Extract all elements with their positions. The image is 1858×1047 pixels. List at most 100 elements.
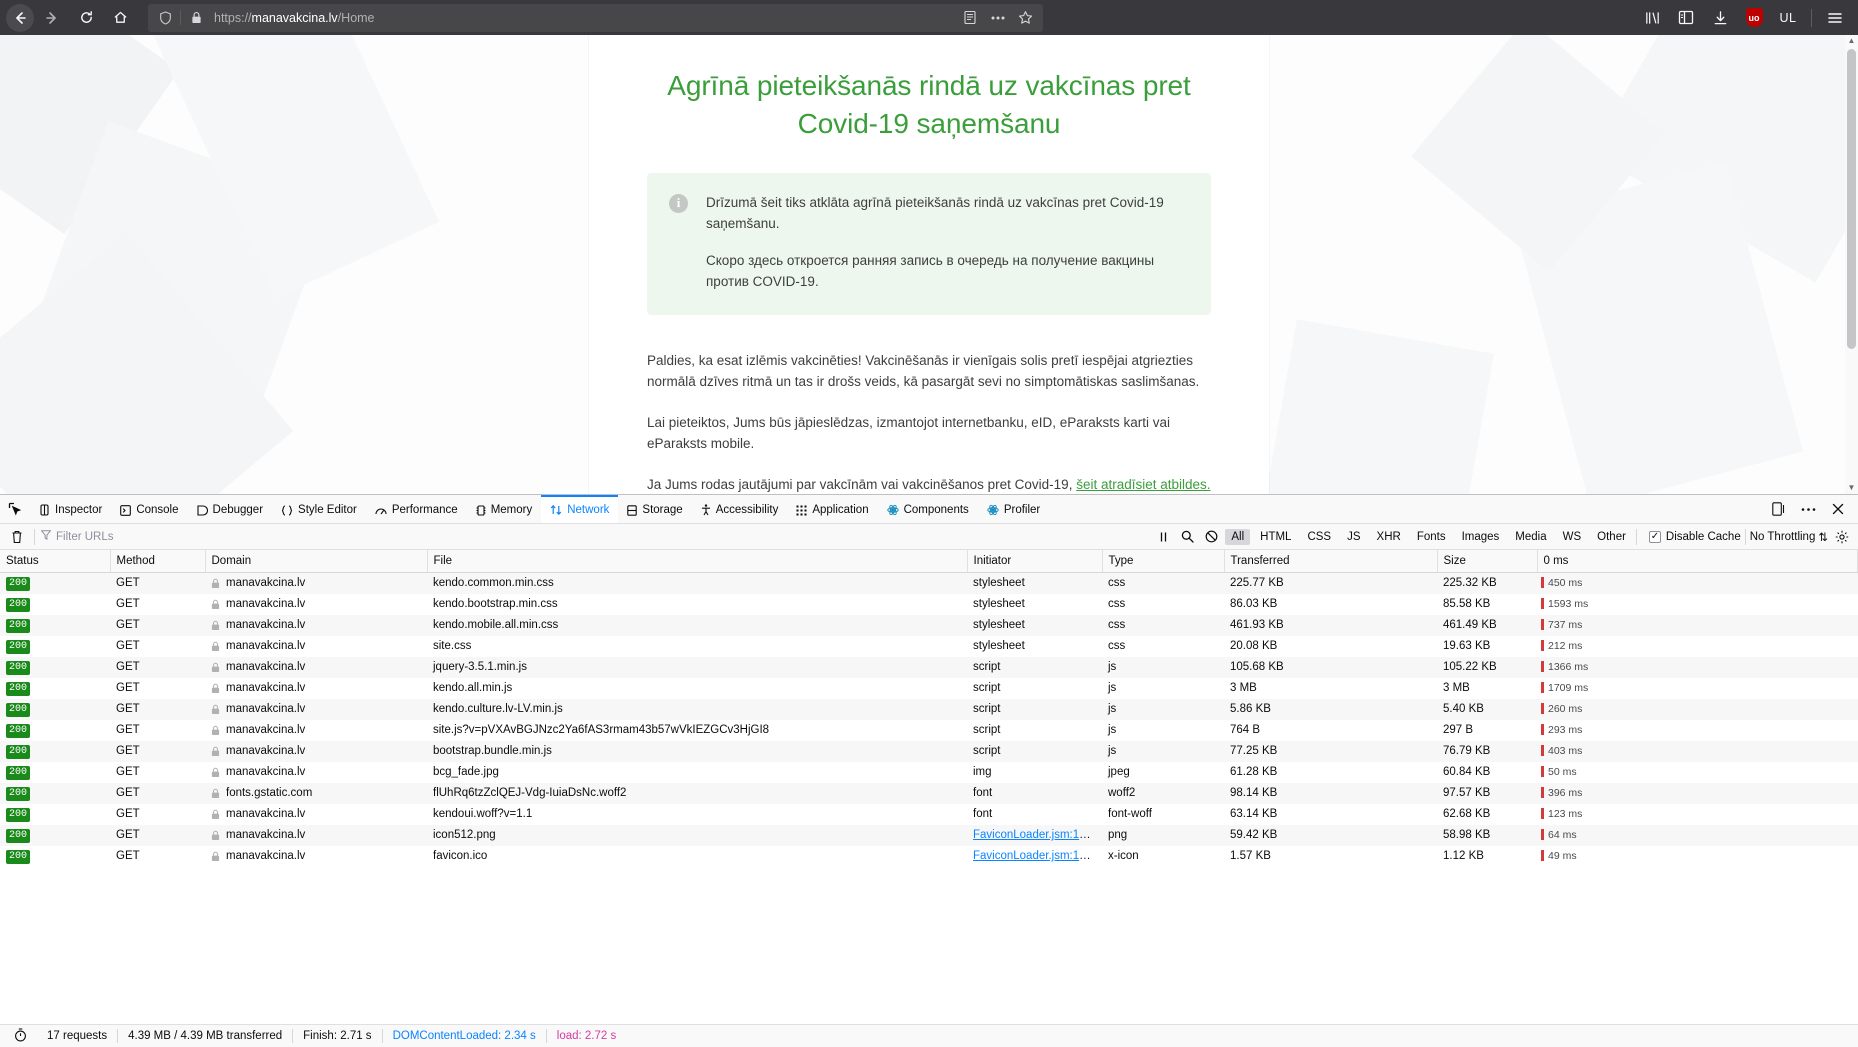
back-button[interactable] [6, 3, 34, 32]
table-row[interactable]: 200 GET manavakcina.lv kendo.culture.lv-LV.… [0, 698, 1858, 720]
cell-initiator[interactable]: stylesheet [967, 614, 1102, 636]
table-row[interactable]: 200 GET manavakcina.lv bootstrap.bundle.min… [0, 740, 1858, 762]
filter-chip-fonts[interactable]: Fonts [1411, 529, 1452, 545]
disable-cache-checkbox[interactable]: ✓ Disable Cache [1641, 530, 1741, 543]
col-type[interactable]: Type [1102, 550, 1225, 573]
cell-initiator[interactable]: script [967, 719, 1102, 741]
url-bar[interactable]: https://manavakcina.lv/Home [148, 3, 1043, 32]
download-icon[interactable] [1705, 4, 1735, 32]
pause-icon[interactable] [1153, 527, 1173, 547]
tab-debugger[interactable]: Debugger [188, 495, 273, 523]
url-text[interactable]: https://manavakcina.lv/Home [209, 11, 957, 25]
tab-components-label: Components [903, 504, 969, 516]
hamburger-menu-icon[interactable] [1820, 4, 1850, 32]
col-timeline[interactable]: 0 ms [1537, 550, 1858, 573]
reload-button[interactable] [70, 4, 102, 32]
page-scrollbar[interactable]: ▲ ▼ [1845, 35, 1858, 494]
disable-cache-checkbox-box[interactable]: ✓ [1648, 530, 1661, 543]
page-actions-ellipsis-icon[interactable] [985, 6, 1011, 30]
table-row[interactable]: 200 GET manavakcina.lv kendoui.woff?v=1.1 fo… [0, 803, 1858, 825]
cell-initiator[interactable]: img [967, 761, 1102, 783]
tab-network[interactable]: Network [541, 495, 619, 523]
filter-chip-html[interactable]: HTML [1254, 529, 1297, 545]
library-icon[interactable] [1637, 4, 1667, 32]
cell-initiator[interactable]: script [967, 677, 1102, 699]
filter-chip-xhr[interactable]: XHR [1371, 529, 1407, 545]
scrollbar-thumb[interactable] [1847, 49, 1856, 349]
tab-console[interactable]: Console [111, 495, 187, 523]
gear-icon[interactable] [1832, 527, 1852, 547]
filter-chip-media[interactable]: Media [1509, 529, 1552, 545]
faq-link[interactable]: šeit atradīsiet atbildes. [1076, 477, 1210, 492]
filter-chip-css[interactable]: CSS [1301, 529, 1337, 545]
col-file[interactable]: File [427, 550, 968, 573]
table-row[interactable]: 200 GET manavakcina.lv bcg_fade.jpg img jpeg 6… [0, 761, 1858, 783]
tab-profiler[interactable]: Profiler [978, 495, 1049, 523]
sidebar-icon[interactable] [1671, 4, 1701, 32]
reader-mode-icon[interactable] [957, 6, 983, 30]
tab-accessibility[interactable]: Accessibility [692, 495, 788, 523]
tab-components[interactable]: Components [878, 495, 978, 523]
table-row[interactable]: 200 GET manavakcina.lv kendo.bootstrap.min.… [0, 593, 1858, 615]
network-table-container[interactable]: Status Method Domain File Initiator Type… [0, 550, 1858, 1024]
tracking-protection-shield-icon[interactable] [152, 7, 178, 29]
table-row[interactable]: 200 GET manavakcina.lv icon512.png FaviconLo… [0, 824, 1858, 846]
table-row[interactable]: 200 GET manavakcina.lv kendo.mobile.all.min… [0, 614, 1858, 636]
devtools-settings-ellipsis-icon[interactable] [1798, 499, 1818, 519]
cell-initiator[interactable]: FaviconLoader.jsm:191 (img) [967, 845, 1102, 867]
tab-style-editor-label: Style Editor [298, 504, 357, 516]
element-picker-icon[interactable] [0, 495, 30, 523]
table-row[interactable]: 200 GET manavakcina.lv favicon.ico FaviconLo… [0, 845, 1858, 867]
col-domain[interactable]: Domain [205, 550, 428, 573]
tab-style-editor[interactable]: Style Editor [272, 495, 366, 523]
table-row[interactable]: 200 GET manavakcina.lv site.js?v=pVXAvBGJNz… [0, 719, 1858, 741]
cell-initiator[interactable]: font [967, 782, 1102, 804]
tab-inspector[interactable]: Inspector [30, 495, 111, 523]
bookmark-star-icon[interactable] [1013, 6, 1039, 30]
cell-initiator[interactable]: FaviconLoader.jsm:191 (img) [967, 824, 1102, 846]
scroll-down-arrow[interactable]: ▼ [1848, 482, 1856, 494]
filter-chip-js[interactable]: JS [1341, 529, 1366, 545]
search-icon[interactable] [1177, 527, 1197, 547]
col-method[interactable]: Method [110, 550, 206, 573]
block-requests-icon[interactable] [1201, 527, 1221, 547]
status-badge: 200 [6, 765, 31, 780]
cell-status: 200 [0, 593, 110, 615]
table-row[interactable]: 200 GET manavakcina.lv kendo.all.min.js scri… [0, 677, 1858, 699]
tab-memory[interactable]: Memory [467, 495, 542, 523]
cell-size: 85.58 KB [1437, 593, 1537, 615]
tab-application[interactable]: Application [787, 495, 877, 523]
table-row[interactable]: 200 GET manavakcina.lv kendo.common.min.css… [0, 572, 1858, 594]
throttling-select[interactable]: No Throttling ⇅ [1750, 530, 1828, 544]
cell-initiator[interactable]: stylesheet [967, 593, 1102, 615]
cell-initiator[interactable]: stylesheet [967, 635, 1102, 657]
table-row[interactable]: 200 GET fonts.gstatic.com flUhRq6tzZclQEJ-V… [0, 782, 1858, 804]
table-row[interactable]: 200 GET manavakcina.lv jquery-3.5.1.min.js s… [0, 656, 1858, 678]
cell-initiator[interactable]: font [967, 803, 1102, 825]
cell-initiator[interactable]: script [967, 656, 1102, 678]
profile-avatar[interactable]: UL [1773, 4, 1803, 32]
filter-chip-images[interactable]: Images [1456, 529, 1506, 545]
tab-storage[interactable]: Storage [618, 495, 691, 523]
table-row[interactable]: 200 GET manavakcina.lv site.css stylesheet cs… [0, 635, 1858, 657]
tab-performance[interactable]: Performance [366, 495, 467, 523]
col-status[interactable]: Status [0, 550, 111, 573]
padlock-icon[interactable] [183, 7, 209, 29]
close-devtools-icon[interactable] [1828, 499, 1848, 519]
search-input[interactable]: Filter URLs [40, 530, 341, 543]
dock-toggle-icon[interactable] [1768, 499, 1788, 519]
col-initiator[interactable]: Initiator [967, 550, 1103, 573]
col-size[interactable]: Size [1437, 550, 1538, 573]
cell-initiator[interactable]: script [967, 740, 1102, 762]
filter-chip-ws[interactable]: WS [1557, 529, 1588, 545]
cell-initiator[interactable]: stylesheet [967, 572, 1102, 594]
forward-button[interactable] [36, 4, 68, 32]
filter-chip-all[interactable]: All [1225, 528, 1251, 545]
scroll-up-arrow[interactable]: ▲ [1848, 35, 1856, 47]
home-button[interactable] [104, 4, 136, 32]
col-transferred[interactable]: Transferred [1224, 550, 1438, 573]
clear-requests-trash-icon[interactable] [6, 527, 28, 547]
cell-initiator[interactable]: script [967, 698, 1102, 720]
ublock-origin-icon[interactable]: uo [1739, 4, 1769, 32]
filter-chip-other[interactable]: Other [1591, 529, 1632, 545]
